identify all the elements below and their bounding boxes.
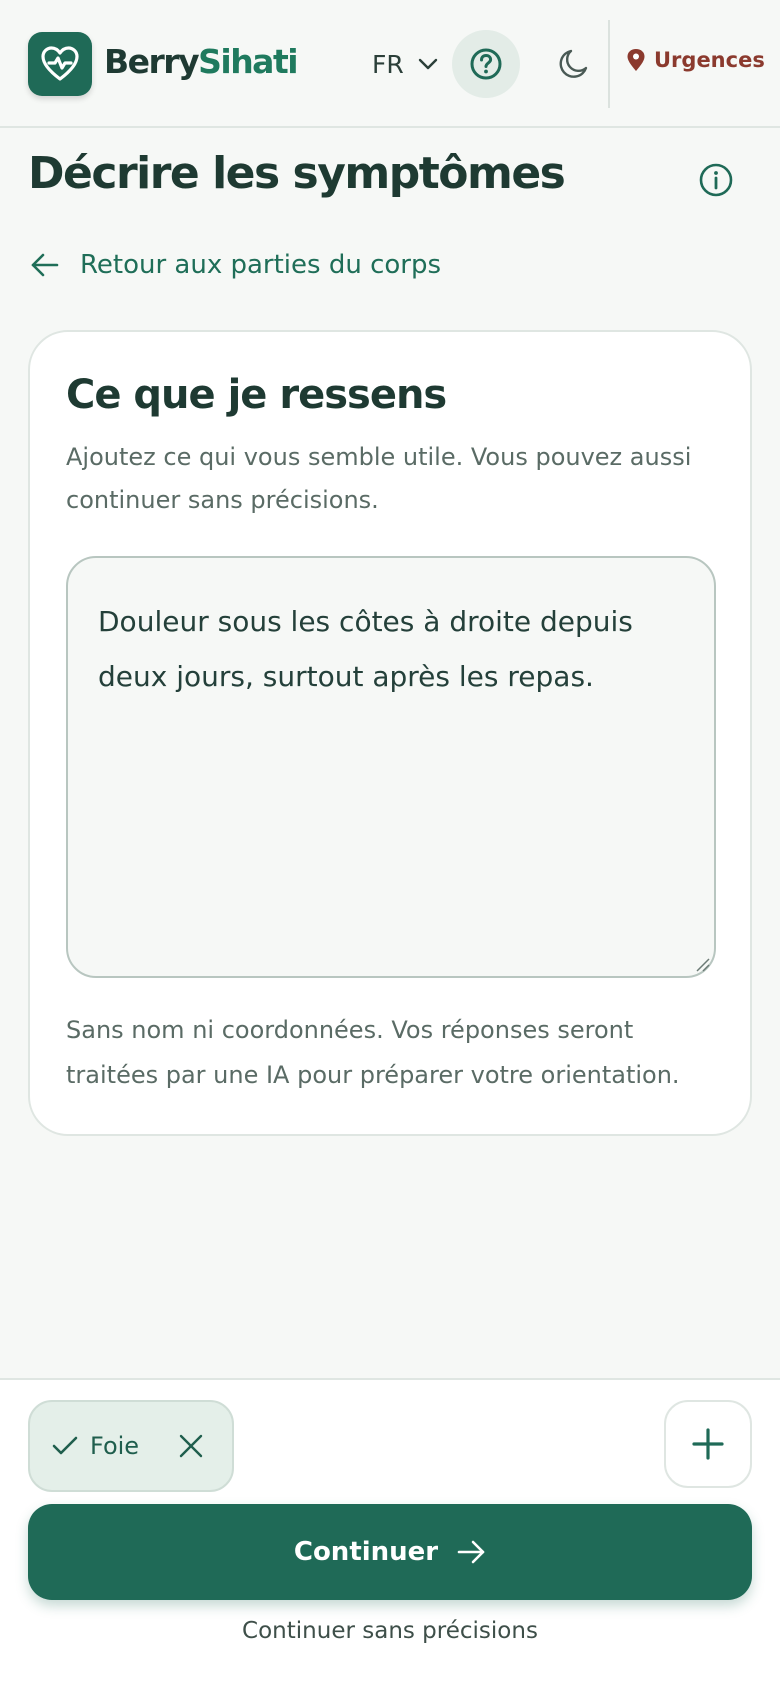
- chevron-down-icon: [418, 58, 437, 70]
- info-icon: [699, 163, 733, 197]
- header-divider: [608, 20, 610, 108]
- selected-body-part-chip[interactable]: Foie: [28, 1400, 234, 1492]
- page-title: Décrire les symptômes: [28, 148, 566, 199]
- textarea-value: Douleur sous les côtes à droite depuis d…: [98, 605, 633, 693]
- symptoms-textarea[interactable]: Douleur sous les côtes à droite depuis d…: [66, 556, 716, 978]
- info-button[interactable]: [692, 156, 740, 204]
- brand-part-2: Sihati: [198, 42, 298, 81]
- arrow-right-icon: [457, 1540, 485, 1564]
- location-pin-icon: [627, 49, 645, 71]
- heart-pulse-icon: [41, 46, 79, 81]
- add-body-part-button[interactable]: [664, 1400, 752, 1488]
- continue-without-details-link[interactable]: Continuer sans précisions: [0, 1618, 780, 1644]
- brand-part-1: Berry: [104, 42, 200, 81]
- chip-label: Foie: [90, 1432, 140, 1460]
- plus-icon: [692, 1428, 724, 1460]
- close-icon[interactable]: [178, 1433, 204, 1459]
- back-to-body-parts-link[interactable]: Retour aux parties du corps: [30, 250, 441, 280]
- arrow-left-icon: [31, 253, 59, 277]
- symptoms-card: Ce que je ressens Ajoutez ce qui vous se…: [28, 330, 752, 1136]
- app-logo[interactable]: [28, 32, 92, 96]
- resize-grip-icon[interactable]: [694, 956, 710, 972]
- card-description: Ajoutez ce qui vous semble utile. Vous p…: [66, 443, 692, 514]
- back-link-label: Retour aux parties du corps: [80, 250, 442, 280]
- app-header: BerrySihati FR Urgences: [0, 0, 780, 128]
- help-circle-icon: [470, 48, 502, 80]
- card-title: Ce que je ressens: [66, 372, 447, 418]
- brand-name: BerrySihati: [104, 42, 299, 81]
- continue-button[interactable]: Continuer: [28, 1504, 752, 1600]
- privacy-note: Sans nom ni coordonnées. Vos réponses se…: [66, 1016, 680, 1089]
- emergency-link[interactable]: Urgences: [626, 48, 765, 72]
- moon-icon: [559, 49, 588, 78]
- emergency-label: Urgences: [654, 48, 765, 72]
- continue-label: Continuer: [293, 1537, 439, 1567]
- help-button[interactable]: [452, 30, 520, 98]
- check-icon: [52, 1436, 78, 1455]
- language-label: FR: [372, 49, 404, 79]
- language-selector[interactable]: FR: [372, 44, 438, 84]
- bottom-action-bar: Foie Continuer Continuer sans précisions: [0, 1378, 780, 1688]
- dark-mode-toggle[interactable]: [540, 30, 608, 98]
